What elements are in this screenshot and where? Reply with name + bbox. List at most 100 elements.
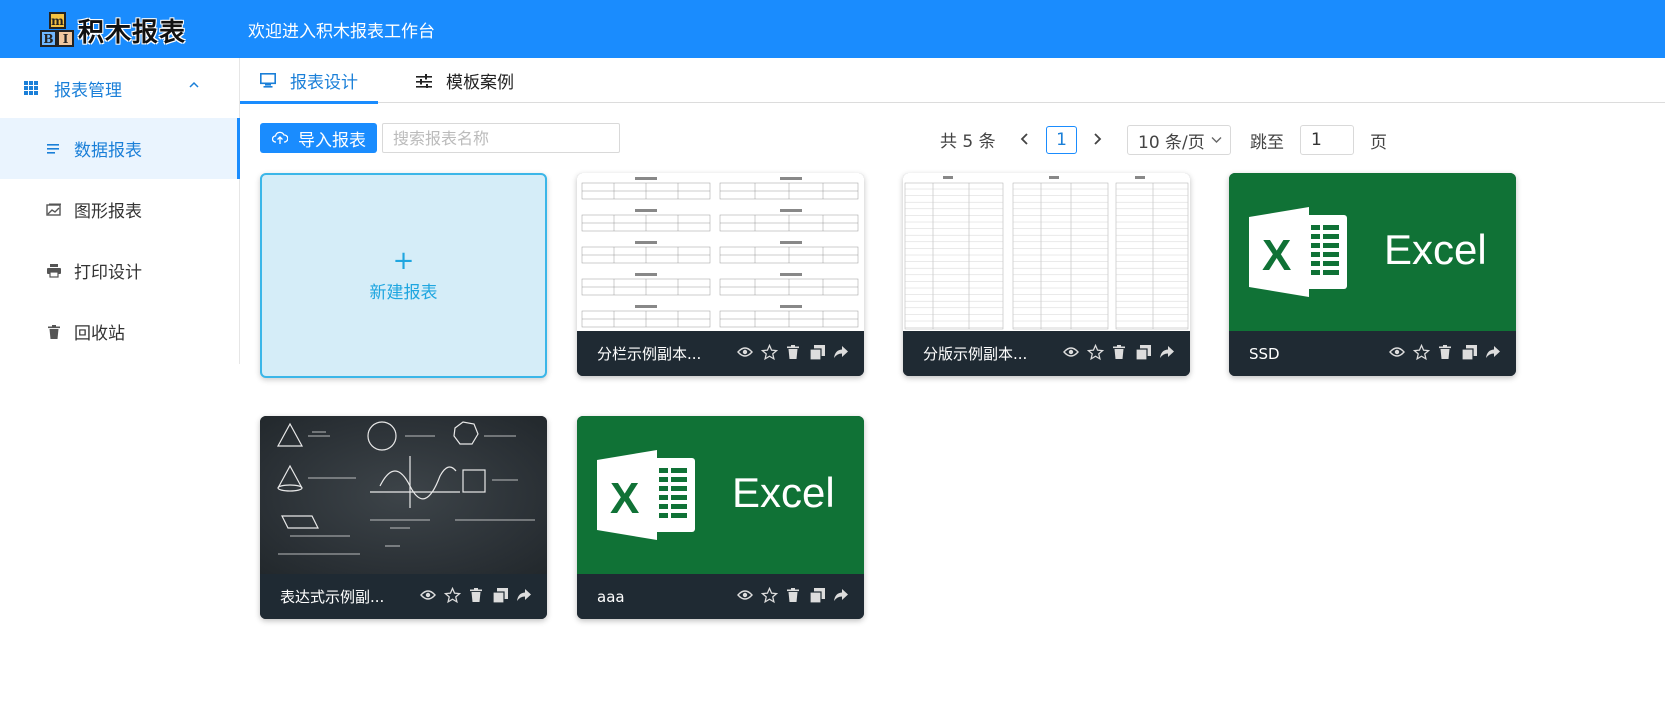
card-actions	[736, 586, 850, 604]
star-icon[interactable]	[443, 586, 461, 604]
copy-icon[interactable]	[808, 586, 826, 604]
grid-icon	[24, 81, 38, 95]
svg-text:X: X	[1262, 231, 1291, 280]
svg-text:Excel: Excel	[1384, 226, 1487, 273]
star-icon[interactable]	[760, 586, 778, 604]
tab-template-cases[interactable]: 模板案例	[396, 58, 534, 103]
header-title: 欢迎进入积木报表工作台	[248, 22, 435, 42]
import-report-label: 导入报表	[298, 130, 366, 151]
card-footer: 分栏示例副本...	[577, 331, 864, 376]
sidebar-item-label: 打印设计	[74, 263, 142, 283]
page-size-select[interactable]: 10 条/页	[1127, 125, 1231, 155]
eye-icon[interactable]	[736, 586, 754, 604]
chevron-right-icon[interactable]	[1090, 130, 1104, 148]
logo-text: 积木报表	[78, 17, 187, 48]
sliders-icon	[416, 73, 432, 88]
report-card[interactable]: 表达式示例副...	[260, 416, 547, 619]
report-card[interactable]: X Excel aaa	[577, 416, 864, 619]
tab-bar: 报表设计 模板案例	[240, 58, 1665, 104]
pagination-current-page[interactable]: 1	[1046, 126, 1077, 154]
share-icon[interactable]	[515, 586, 533, 604]
image-icon	[46, 202, 62, 218]
search-report-input[interactable]	[382, 123, 620, 153]
card-footer: 表达式示例副...	[260, 574, 547, 619]
report-card[interactable]: X Excel SSD	[1229, 173, 1516, 376]
report-thumbnail	[260, 416, 547, 574]
monitor-icon	[260, 73, 276, 88]
top-header: m B I 积木报表 欢迎进入积木报表工作台	[0, 0, 1665, 58]
sidebar-item-print-design[interactable]: 打印设计	[0, 240, 239, 301]
sidebar-item-label: 图形报表	[74, 202, 142, 222]
share-icon[interactable]	[1484, 343, 1502, 361]
logo-block-i: I	[57, 30, 74, 47]
page-suffix-label: 页	[1370, 133, 1387, 153]
app-logo[interactable]: m B I 积木报表	[40, 12, 186, 48]
plus-icon: +	[392, 246, 415, 276]
report-name: 表达式示例副...	[280, 588, 385, 606]
report-card[interactable]: 分栏示例副本...	[577, 173, 864, 376]
eye-icon[interactable]	[736, 343, 754, 361]
tab-label: 报表设计	[290, 73, 358, 93]
chalkboard-image	[260, 416, 547, 574]
card-actions	[1388, 343, 1502, 361]
trash-icon[interactable]	[1110, 343, 1128, 361]
import-report-button[interactable]: 导入报表	[260, 123, 377, 153]
sidebar-item-data-report[interactable]: 数据报表	[0, 118, 240, 179]
card-actions	[736, 343, 850, 361]
card-footer: SSD	[1229, 331, 1516, 376]
share-icon[interactable]	[832, 586, 850, 604]
table-sheet-image	[903, 173, 1190, 331]
sidebar-group-label: 报表管理	[54, 80, 122, 101]
card-actions	[419, 586, 533, 604]
report-name: 分栏示例副本...	[597, 345, 702, 363]
chevron-left-icon[interactable]	[1018, 130, 1032, 148]
chevron-up-icon	[189, 81, 199, 88]
star-icon[interactable]	[1412, 343, 1430, 361]
share-icon[interactable]	[832, 343, 850, 361]
eye-icon[interactable]	[1388, 343, 1406, 361]
eye-icon[interactable]	[1062, 343, 1080, 361]
sidebar-item-recycle-bin[interactable]: 回收站	[0, 301, 239, 362]
list-icon	[46, 141, 62, 157]
star-icon[interactable]	[1086, 343, 1104, 361]
trash-icon[interactable]	[784, 586, 802, 604]
tab-label: 模板案例	[446, 73, 514, 93]
printer-icon	[46, 263, 62, 279]
report-name: 分版示例副本...	[923, 345, 1028, 363]
tab-report-design[interactable]: 报表设计	[240, 58, 378, 104]
sidebar-item-label: 回收站	[74, 324, 125, 344]
logo-blocks-icon: m B I	[40, 12, 74, 48]
star-icon[interactable]	[760, 343, 778, 361]
svg-text:Excel: Excel	[732, 469, 835, 516]
sidebar-group-report-management[interactable]: 报表管理	[0, 58, 239, 118]
eye-icon[interactable]	[419, 586, 437, 604]
report-thumbnail: X Excel	[1229, 173, 1516, 331]
share-icon[interactable]	[1158, 343, 1176, 361]
trash-icon[interactable]	[467, 586, 485, 604]
chevron-down-icon	[1211, 136, 1222, 144]
new-report-card[interactable]: + 新建报表	[260, 173, 547, 378]
svg-text:X: X	[610, 474, 639, 523]
trash-icon[interactable]	[1436, 343, 1454, 361]
copy-icon[interactable]	[808, 343, 826, 361]
jump-to-label: 跳至	[1250, 133, 1284, 153]
report-card[interactable]: 分版示例副本...	[903, 173, 1190, 376]
report-name: SSD	[1249, 344, 1280, 363]
report-thumbnail	[903, 173, 1190, 331]
report-thumbnail	[577, 173, 864, 331]
pagination-total: 共 5 条	[940, 131, 996, 152]
column-sheet-image	[577, 173, 864, 331]
sidebar: 报表管理 数据报表 图形报表 打印设计 回收站	[0, 58, 240, 364]
sidebar-item-label: 数据报表	[74, 141, 142, 161]
jump-page-input[interactable]	[1300, 125, 1354, 155]
excel-logo-image: X Excel	[1229, 173, 1516, 331]
trash-icon[interactable]	[784, 343, 802, 361]
copy-icon[interactable]	[1134, 343, 1152, 361]
sidebar-item-chart-report[interactable]: 图形报表	[0, 179, 239, 240]
card-footer: aaa	[577, 574, 864, 619]
cloud-upload-icon	[272, 131, 288, 145]
copy-icon[interactable]	[1460, 343, 1478, 361]
page-size-value: 10 条/页	[1138, 132, 1205, 153]
copy-icon[interactable]	[491, 586, 509, 604]
new-report-label: 新建报表	[369, 283, 438, 303]
